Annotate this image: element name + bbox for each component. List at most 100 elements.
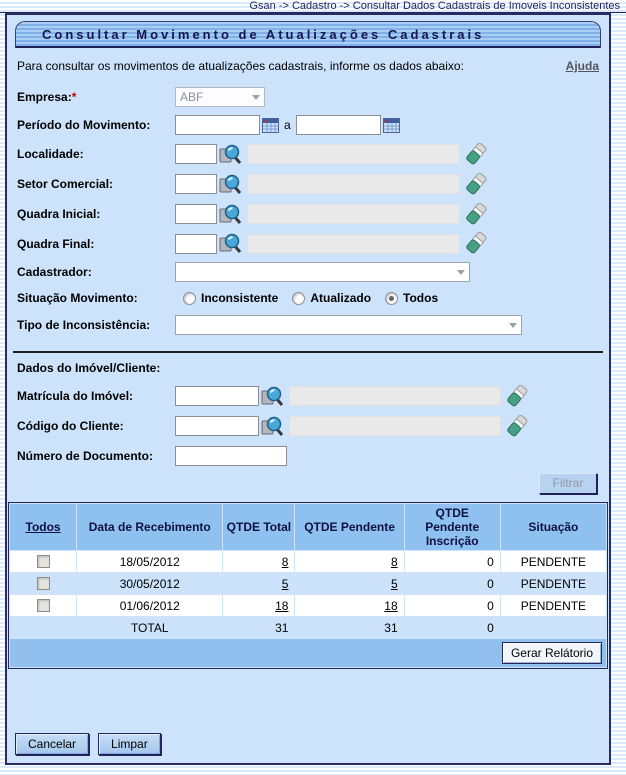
eraser-icon[interactable] — [507, 415, 528, 438]
search-icon[interactable] — [261, 416, 285, 437]
quadra-inicial-label: Quadra Inicial: — [17, 207, 175, 221]
empresa-label-text: Empresa: — [17, 90, 72, 104]
cell-situacao: PENDENTE — [501, 573, 606, 594]
tipo-inconsistencia-select[interactable] — [175, 315, 522, 335]
tipo-inconsistencia-row: Tipo de Inconsistência: — [7, 311, 609, 339]
quadra-inicial-code-input[interactable] — [175, 204, 217, 224]
eraser-icon[interactable] — [507, 385, 528, 408]
qtde-pendente-link[interactable]: 18 — [384, 599, 397, 613]
page-title: Consultar Movimento de Atualizações Cada… — [15, 21, 601, 48]
header-data-recebimento: Data de Recebimento — [77, 504, 222, 550]
eraser-icon[interactable] — [466, 232, 487, 255]
todos-link[interactable]: Todos — [26, 520, 61, 534]
setor-comercial-row: Setor Comercial: — [7, 169, 609, 199]
situacao-movimento-label: Situação Movimento: — [17, 291, 175, 305]
periodo-fim-input[interactable] — [296, 115, 381, 135]
chevron-down-icon — [252, 95, 260, 104]
quadra-inicial-description-field — [247, 204, 460, 224]
cadastrador-select[interactable] — [175, 262, 470, 282]
table-row: 18/05/2012 8 8 0 PENDENTE — [10, 551, 606, 572]
table-row: 01/06/2012 18 18 0 PENDENTE — [10, 595, 606, 616]
help-link[interactable]: Ajuda — [566, 59, 599, 73]
setor-comercial-code-input[interactable] — [175, 174, 217, 194]
cell-situacao: PENDENTE — [501, 595, 606, 616]
total-row: TOTAL 31 31 0 — [10, 617, 606, 638]
qtde-total-link[interactable]: 18 — [275, 599, 288, 613]
calendar-icon[interactable] — [262, 117, 279, 133]
row-checkbox[interactable] — [37, 577, 50, 590]
header-todos[interactable]: Todos — [10, 504, 76, 550]
cell-data: 18/05/2012 — [77, 551, 222, 572]
radio-todos[interactable] — [385, 292, 398, 305]
numero-documento-row: Número de Documento: — [7, 441, 609, 470]
empresa-row: Empresa:* ABF — [7, 83, 609, 110]
qtde-pendente-link[interactable]: 5 — [391, 577, 398, 591]
total-qtde-total: 31 — [223, 617, 294, 638]
quadra-final-description-field — [247, 234, 460, 254]
qtde-pendente-link[interactable]: 8 — [391, 555, 398, 569]
chevron-down-icon — [509, 323, 517, 332]
table-footer-row: Gerar Relátorio — [10, 639, 606, 667]
required-marker: * — [72, 90, 77, 104]
header-situacao: Situação — [501, 504, 606, 550]
total-qtde-pendente: 31 — [295, 617, 403, 638]
eraser-icon[interactable] — [466, 203, 487, 226]
empresa-label: Empresa:* — [17, 90, 175, 104]
cell-qtde-pendente-inscricao: 0 — [405, 551, 500, 572]
chevron-down-icon — [457, 270, 465, 279]
periodo-separator: a — [284, 118, 291, 132]
codigo-cliente-label: Código do Cliente: — [17, 419, 175, 433]
situacao-movimento-row: Situação Movimento: Inconsistente Atuali… — [7, 285, 609, 311]
table-header-row: Todos Data de Recebimento QTDE Total QTD… — [10, 504, 606, 550]
periodo-inicio-input[interactable] — [175, 115, 260, 135]
limpar-button[interactable]: Limpar — [98, 733, 161, 755]
results-table: Todos Data de Recebimento QTDE Total QTD… — [8, 502, 608, 669]
numero-documento-label: Número de Documento: — [17, 449, 175, 463]
search-icon[interactable] — [219, 174, 243, 195]
codigo-cliente-row: Código do Cliente: — [7, 411, 609, 441]
matricula-imovel-description-field — [289, 386, 501, 406]
codigo-cliente-description-field — [289, 416, 501, 436]
row-checkbox[interactable] — [37, 555, 50, 568]
cell-qtde-pendente-inscricao: 0 — [405, 595, 500, 616]
row-checkbox[interactable] — [37, 599, 50, 612]
quadra-inicial-row: Quadra Inicial: — [7, 199, 609, 229]
section-divider — [13, 351, 603, 353]
localidade-description-field — [247, 144, 460, 164]
empresa-selected-value: ABF — [180, 90, 203, 104]
search-icon[interactable] — [219, 233, 243, 254]
header-qtde-total: QTDE Total — [223, 504, 294, 550]
total-qtde-pendente-inscricao: 0 — [405, 617, 500, 638]
cell-situacao: PENDENTE — [501, 551, 606, 572]
cell-data: 30/05/2012 — [77, 573, 222, 594]
quadra-final-row: Quadra Final: — [7, 229, 609, 258]
eraser-icon[interactable] — [466, 143, 487, 166]
quadra-final-code-input[interactable] — [175, 234, 217, 254]
footer-buttons: Cancelar Limpar — [15, 733, 161, 755]
search-icon[interactable] — [219, 204, 243, 225]
section-imovel-cliente-label: Dados do Imóvel/Cliente: — [7, 361, 609, 381]
qtde-total-link[interactable]: 8 — [282, 555, 289, 569]
codigo-cliente-code-input[interactable] — [175, 416, 259, 436]
localidade-code-input[interactable] — [175, 144, 217, 164]
calendar-icon[interactable] — [383, 117, 400, 133]
periodo-label: Período do Movimento: — [17, 118, 175, 132]
radio-atualizado[interactable] — [292, 292, 305, 305]
eraser-icon[interactable] — [466, 173, 487, 196]
qtde-total-link[interactable]: 5 — [282, 577, 289, 591]
search-icon[interactable] — [219, 144, 243, 165]
header-qtde-pendente: QTDE Pendente — [295, 504, 403, 550]
numero-documento-input[interactable] — [175, 446, 287, 466]
localidade-row: Localidade: — [7, 139, 609, 169]
search-icon[interactable] — [261, 386, 285, 407]
radio-atualizado-label: Atualizado — [310, 291, 371, 305]
matricula-imovel-code-input[interactable] — [175, 386, 259, 406]
matricula-imovel-row: Matrícula do Imóvel: — [7, 381, 609, 411]
cancelar-button[interactable]: Cancelar — [15, 733, 89, 755]
gerar-relatorio-button[interactable]: Gerar Relátorio — [502, 642, 602, 664]
empresa-select[interactable]: ABF — [175, 87, 265, 107]
cadastrador-label: Cadastrador: — [17, 265, 175, 279]
filtrar-button[interactable]: Filtrar — [539, 473, 597, 494]
breadcrumb[interactable]: Gsan -> Cadastro -> Consultar Dados Cada… — [0, 0, 626, 13]
radio-inconsistente[interactable] — [183, 292, 196, 305]
